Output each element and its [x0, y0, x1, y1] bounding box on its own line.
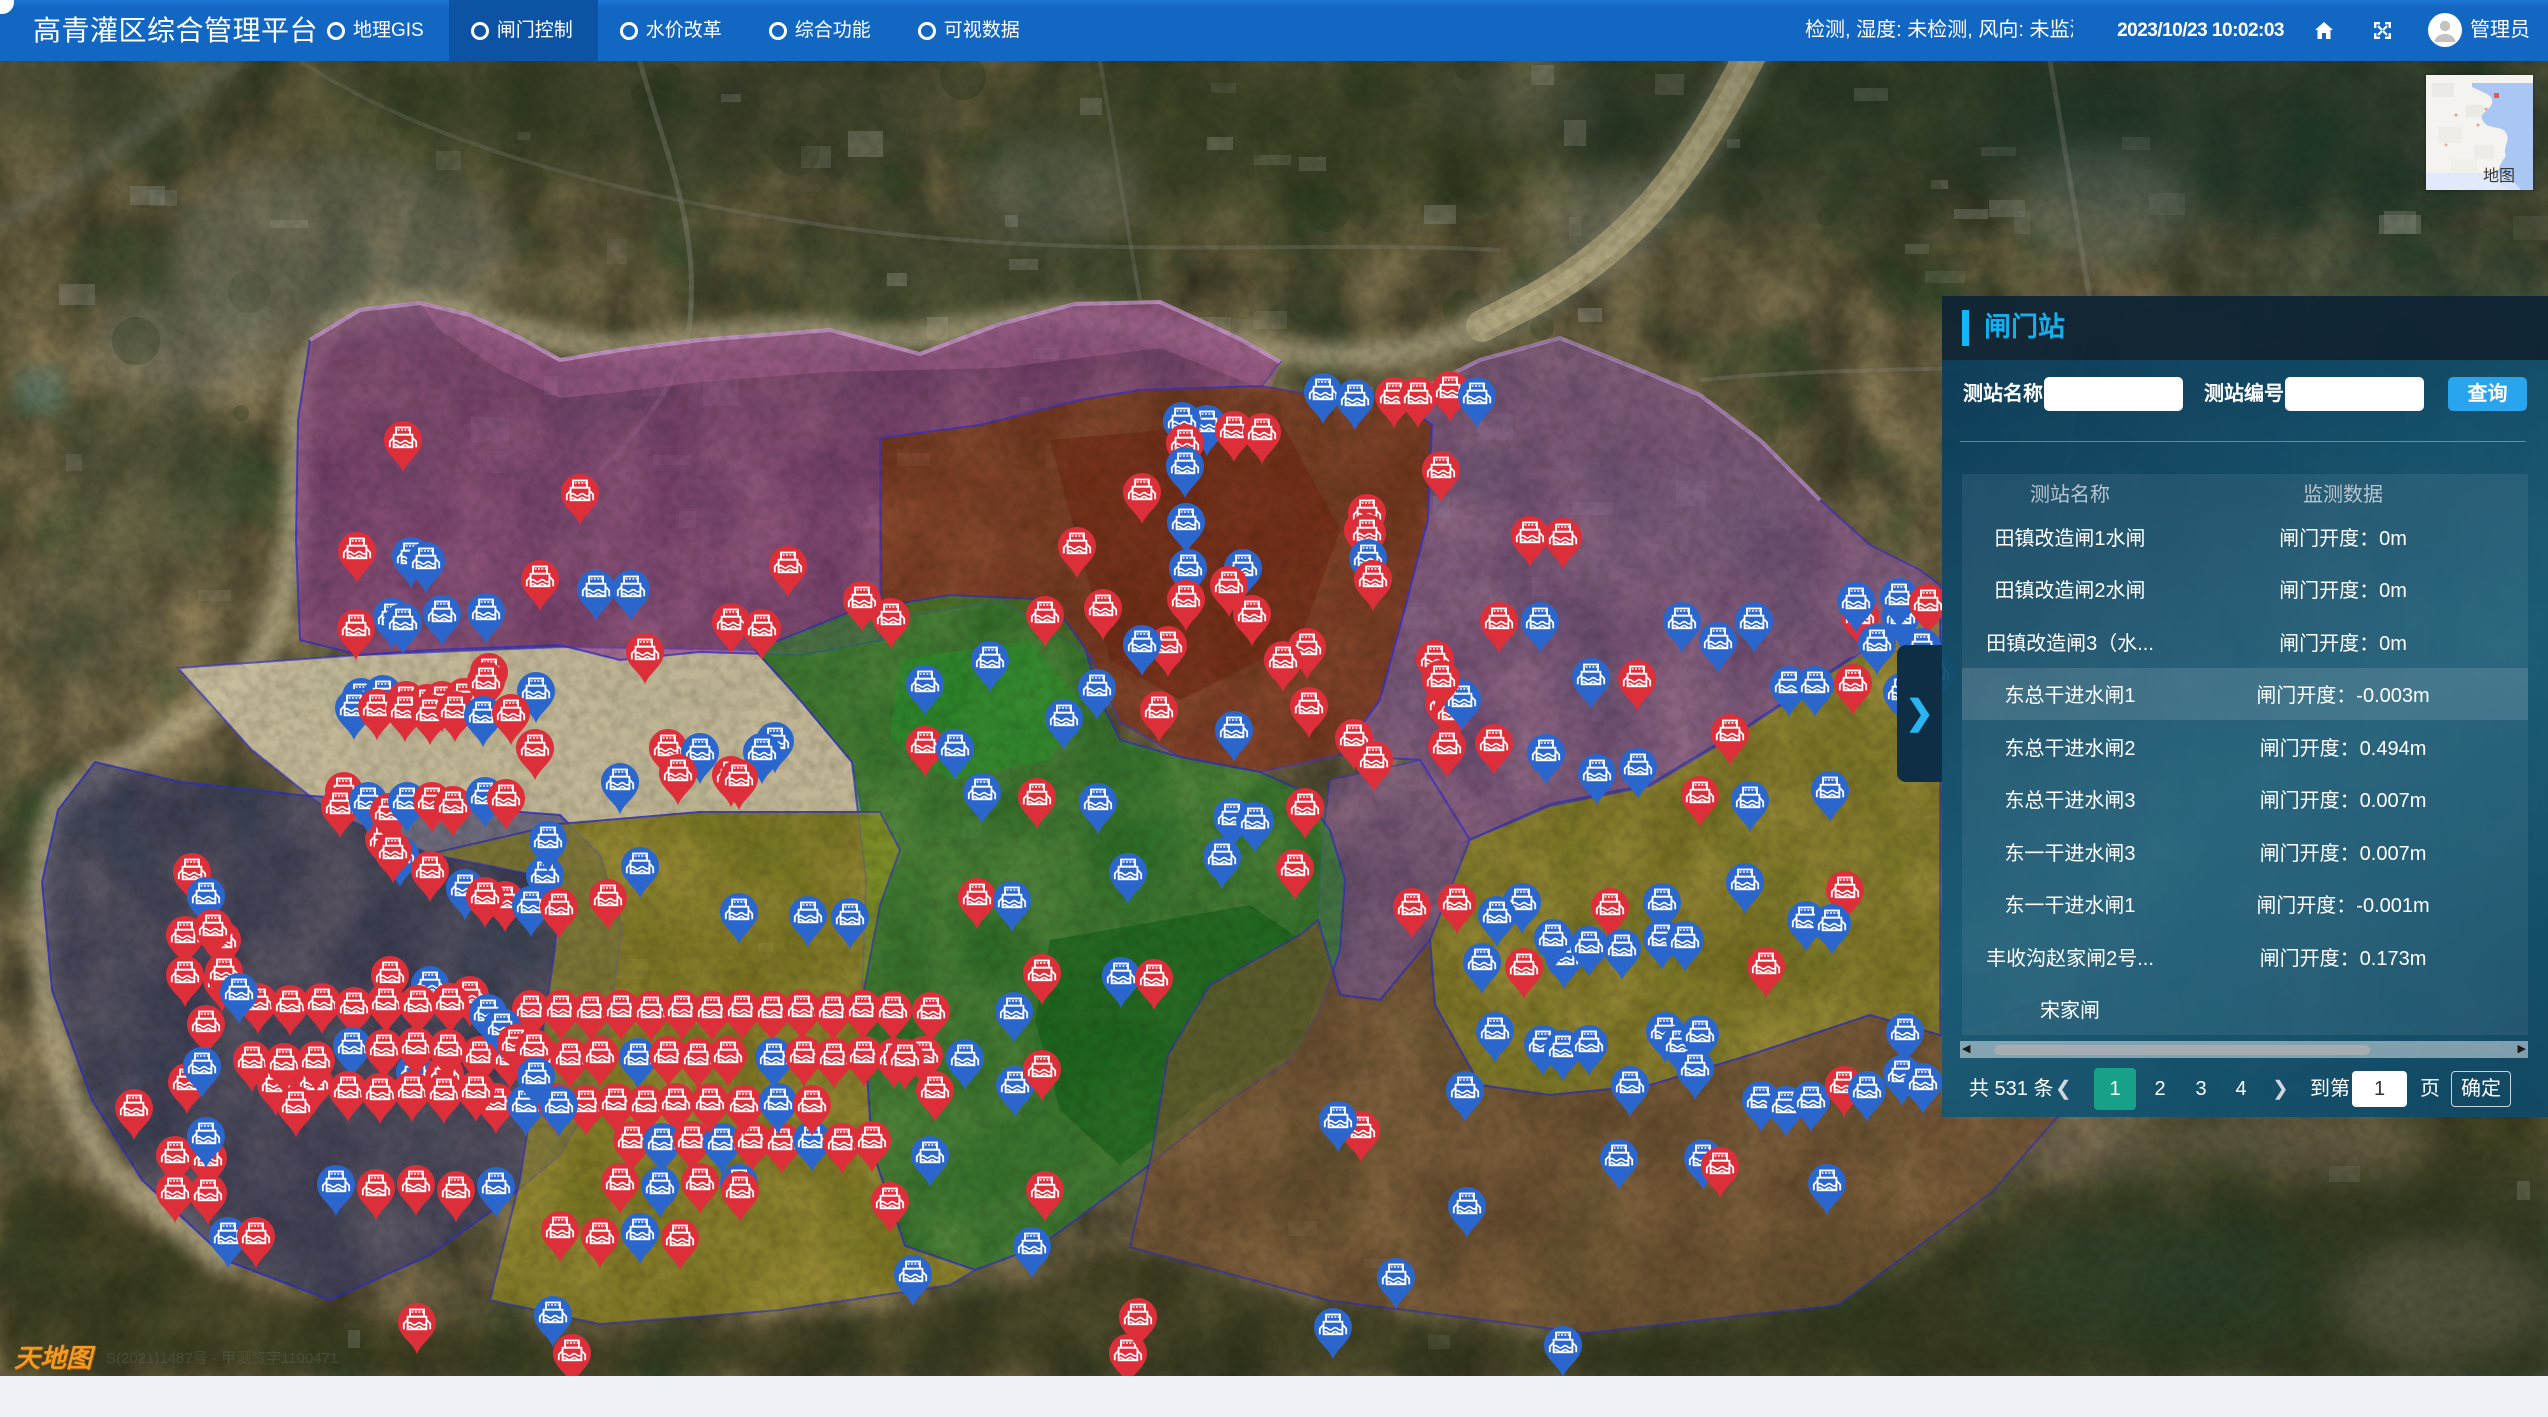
- svg-text:地图: 地图: [2483, 167, 2515, 185]
